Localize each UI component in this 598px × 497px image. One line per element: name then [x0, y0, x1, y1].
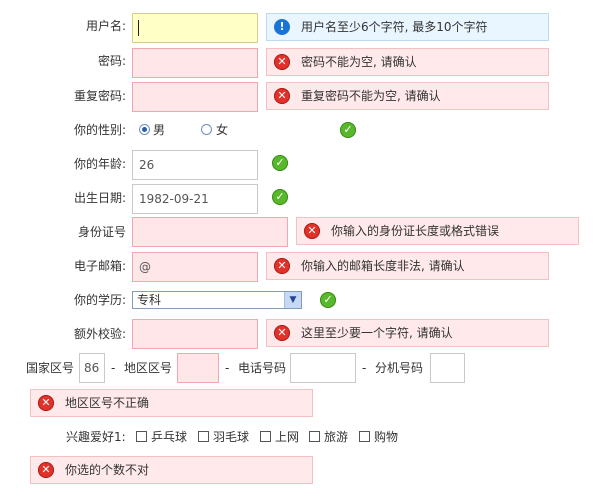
email-input[interactable]: @	[132, 252, 258, 282]
info-icon: !	[274, 19, 290, 35]
chevron-down-icon[interactable]: ▼	[284, 292, 301, 308]
hobby-checkbox-pingpong[interactable]	[136, 431, 147, 442]
id-card-input[interactable]	[132, 217, 288, 247]
hobby-checkbox-badminton[interactable]	[198, 431, 209, 442]
age-input[interactable]: 26	[132, 150, 258, 180]
gender-radio-female[interactable]	[201, 124, 212, 135]
error-x-icon: ✕	[274, 54, 290, 70]
password-repeat-tip: ✕ 重复密码不能为空, 请确认	[266, 82, 549, 110]
check-ok-icon: ✓	[272, 189, 288, 205]
extra-check-input[interactable]	[132, 319, 258, 349]
password-tip-text: 密码不能为空, 请确认	[301, 55, 417, 69]
education-label: 你的学历:	[73, 293, 126, 307]
username-label: 用户名:	[85, 19, 126, 33]
hobbies-tip: ✕ 你选的个数不对	[30, 456, 313, 484]
gender-option-male: 男	[153, 123, 166, 137]
error-x-icon: ✕	[274, 88, 290, 104]
extra-check-tip-text: 这里至少要一个字符, 请确认	[301, 326, 453, 340]
check-ok-icon: ✓	[320, 292, 336, 308]
extra-check-label: 额外校验:	[73, 327, 126, 341]
username-tip: ! 用户名至少6个字符, 最多10个字符	[266, 13, 549, 41]
extension-input[interactable]	[430, 353, 465, 383]
error-x-icon: ✕	[304, 223, 320, 239]
area-code-label: 地区区号	[124, 361, 173, 375]
hobby-label: 羽毛球	[213, 430, 250, 444]
text-caret	[138, 20, 139, 36]
hobby-checkbox-shopping[interactable]	[359, 431, 370, 442]
password-repeat-label: 重复密码:	[73, 89, 126, 103]
username-tip-text: 用户名至少6个字符, 最多10个字符	[301, 20, 488, 34]
password-input[interactable]	[132, 48, 258, 78]
country-code-label: 国家区号	[26, 361, 75, 375]
hobby-label: 购物	[374, 430, 399, 444]
email-tip: ✕ 你输入的邮箱长度非法, 请确认	[266, 252, 549, 280]
username-input[interactable]	[132, 13, 258, 43]
password-tip: ✕ 密码不能为空, 请确认	[266, 48, 549, 76]
phone-separator: -	[362, 361, 367, 375]
id-card-tip: ✕ 你输入的身份证长度或格式错误	[296, 217, 579, 245]
hobby-label: 乒乓球	[151, 430, 188, 444]
hobby-checkbox-internet[interactable]	[260, 431, 271, 442]
email-tip-text: 你输入的邮箱长度非法, 请确认	[301, 259, 465, 273]
country-code-input[interactable]: 86	[79, 353, 105, 383]
password-label: 密码:	[97, 54, 126, 68]
phone-number-input[interactable]	[290, 353, 356, 383]
extension-label: 分机号码	[375, 361, 424, 375]
education-selected-value: 专科	[137, 293, 162, 307]
id-card-label: 身份证号	[77, 225, 126, 239]
phone-tip-text: 地区区号不正确	[65, 396, 150, 410]
birthday-label: 出生日期:	[73, 191, 126, 205]
password-repeat-tip-text: 重复密码不能为空, 请确认	[301, 89, 441, 103]
gender-radio-male[interactable]	[139, 124, 150, 135]
phone-number-label: 电话号码	[238, 361, 287, 375]
hobby-checkbox-travel[interactable]	[309, 431, 320, 442]
check-ok-icon: ✓	[272, 155, 288, 171]
extra-check-tip: ✕ 这里至少要一个字符, 请确认	[266, 319, 549, 347]
phone-separator: -	[225, 361, 230, 375]
hobbies-label: 兴趣爱好1:	[66, 430, 126, 444]
phone-tip: ✕ 地区区号不正确	[30, 389, 313, 417]
age-label: 你的年龄:	[73, 157, 126, 171]
error-x-icon: ✕	[38, 395, 54, 411]
error-x-icon: ✕	[38, 462, 54, 478]
education-select[interactable]: 专科 ▼	[132, 291, 302, 309]
check-ok-icon: ✓	[340, 122, 356, 138]
password-repeat-input[interactable]	[132, 82, 258, 112]
birthday-input[interactable]: 1982-09-21	[132, 184, 258, 214]
id-card-tip-text: 你输入的身份证长度或格式错误	[331, 224, 500, 238]
gender-option-female: 女	[216, 123, 229, 137]
area-code-input[interactable]	[177, 353, 219, 383]
gender-label: 你的性别:	[73, 123, 126, 137]
hobby-label: 上网	[275, 430, 300, 444]
error-x-icon: ✕	[274, 258, 290, 274]
email-label: 电子邮箱:	[73, 259, 126, 273]
hobbies-tip-text: 你选的个数不对	[65, 463, 150, 477]
phone-separator: -	[111, 361, 116, 375]
error-x-icon: ✕	[274, 325, 290, 341]
hobby-label: 旅游	[324, 430, 349, 444]
